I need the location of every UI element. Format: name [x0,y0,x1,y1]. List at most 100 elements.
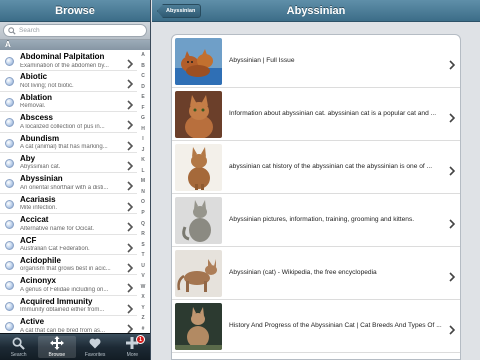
term-description: Australian Cat Federation. [20,246,90,253]
result-row[interactable]: History And Progress of the Abyssinian C… [172,300,460,353]
index-letter[interactable]: G [141,115,145,121]
browse-title: Browse [0,0,150,22]
term-row[interactable]: Abdominal Palpitation Examination of the … [0,51,137,72]
bullet-icon [5,118,14,128]
tab-label: More [126,352,139,358]
index-letter[interactable]: K [141,157,145,163]
search-input[interactable] [19,25,129,36]
result-row[interactable]: abyssinian cat history of the abyssinian… [172,141,460,194]
term-row[interactable]: Acinonyx A genus of Felidae including on.… [0,275,137,296]
term-description: An oriental shorthair with a disti... [20,184,109,191]
cat-thumbnail [175,91,222,138]
index-letter[interactable]: Q [141,221,145,227]
term-name: Abdominal Palpitation [20,52,105,61]
term-row[interactable]: Acariasis Mite infection. [0,193,137,215]
term-row[interactable]: Abscess A localized collection of pus in.… [0,112,137,133]
term-description: Removal. [20,103,46,110]
term-row[interactable]: Abiotic Not living; not biotic. [0,71,137,92]
notification-badge: 1 [136,335,145,344]
index-letter[interactable]: Y [141,305,144,311]
index-letter[interactable]: T [141,252,144,258]
index-letter[interactable]: J [142,147,145,153]
search-box[interactable] [3,24,147,37]
term-row[interactable]: Acidophile organism that grows best in ac… [0,254,137,276]
term-row[interactable]: Ablation Removal. [0,91,137,113]
cat-thumbnail [175,38,222,85]
chevron-right-icon [127,158,134,171]
index-letter[interactable]: L [141,168,144,174]
term-name: ACF [20,235,37,245]
term-description: A localized collection of pus in... [20,123,105,130]
cat-thumbnail [175,144,222,191]
index-letter[interactable]: D [141,84,145,90]
chevron-right-icon [449,163,456,176]
tab-search[interactable]: Search [0,334,37,360]
index-letter[interactable]: S [141,242,144,248]
result-title: Information about abyssinian cat. abyssi… [229,110,437,118]
chevron-right-icon [449,216,456,229]
cat-thumbnail [175,197,222,244]
index-letter[interactable]: A [141,52,145,58]
term-description: A genus of Felidae including on... [20,286,109,293]
tab-browse[interactable]: Browse [38,336,76,358]
section-header-a: A [0,40,150,50]
result-row[interactable]: Abyssinian pictures, information, traini… [172,194,460,247]
chevron-right-icon [127,178,134,191]
term-name: Active [20,317,45,327]
term-row[interactable]: Aby Abyssinian cat. [0,152,137,174]
chevron-right-icon [449,269,456,282]
chevron-right-icon [449,57,456,70]
term-row[interactable]: Accicat Alternative name for Ocicat. [0,214,137,235]
chevron-right-icon [127,301,134,314]
index-letter[interactable]: I [142,136,143,142]
search-icon [8,26,16,35]
index-letter[interactable]: P [141,210,144,216]
term-row[interactable]: Abundism A cat (animal) that has marking.… [0,132,137,153]
term-name: Accicat [20,215,49,225]
index-letter[interactable]: Z [141,315,144,321]
cat-thumbnail [175,303,222,350]
term-description: Abyssinian cat. [20,164,61,171]
index-letter[interactable]: M [141,178,145,184]
index-letter[interactable]: E [141,94,144,100]
chevron-right-icon [127,56,134,69]
result-title: Abyssinian pictures, information, traini… [229,216,415,224]
chevron-right-icon [127,199,134,212]
index-letter[interactable]: H [141,126,145,132]
chevron-right-icon [127,76,134,89]
chevron-right-icon [127,117,134,130]
result-row[interactable]: Abyssinian | Full Issue [172,35,460,88]
tab-label: Browse [48,352,66,358]
term-row[interactable]: Abyssinian An oriental shorthair with a d… [0,173,137,194]
bullet-icon [5,220,14,230]
bullet-icon [5,322,14,332]
back-button[interactable]: Abyssinian [157,4,202,18]
tab-more[interactable]: 1 More [114,334,150,360]
tab-favorites[interactable]: Favorites [77,334,114,360]
term-row[interactable]: Acquired Immunity Immunity obtained eithe… [0,295,137,317]
index-letter[interactable]: C [141,73,145,79]
index-letter[interactable]: B [141,63,145,69]
chevron-right-icon [127,321,134,334]
index-letter[interactable]: F [141,105,144,111]
cat-thumbnail [175,250,222,297]
index-letter[interactable]: O [141,199,145,205]
term-description: organism that grows best in acic... [20,266,111,273]
index-letter[interactable]: X [141,294,144,300]
bullet-icon [5,158,14,168]
bullet-icon [5,179,14,189]
index-letter[interactable]: W [141,284,146,290]
index-letter[interactable]: # [142,326,145,332]
alphabet-index[interactable]: A B C D E F G H I J K L M N O P Q R S T U V W X Y Z # [137,51,149,333]
chevron-right-icon [127,138,134,151]
index-letter[interactable]: V [141,273,144,279]
term-name: Acidophile [20,255,61,265]
index-letter[interactable]: R [141,231,145,237]
index-letter[interactable]: N [141,189,145,195]
result-row[interactable]: Information about abyssinian cat. abyssi… [172,88,460,141]
chevron-right-icon [127,260,134,273]
index-letter[interactable]: U [141,263,145,269]
term-description: Not living; not biotic. [20,82,74,89]
term-row[interactable]: ACF Australian Cat Federation. [0,234,137,255]
result-row[interactable]: Abyssinian (cat) - Wikipedia, the free e… [172,247,460,300]
